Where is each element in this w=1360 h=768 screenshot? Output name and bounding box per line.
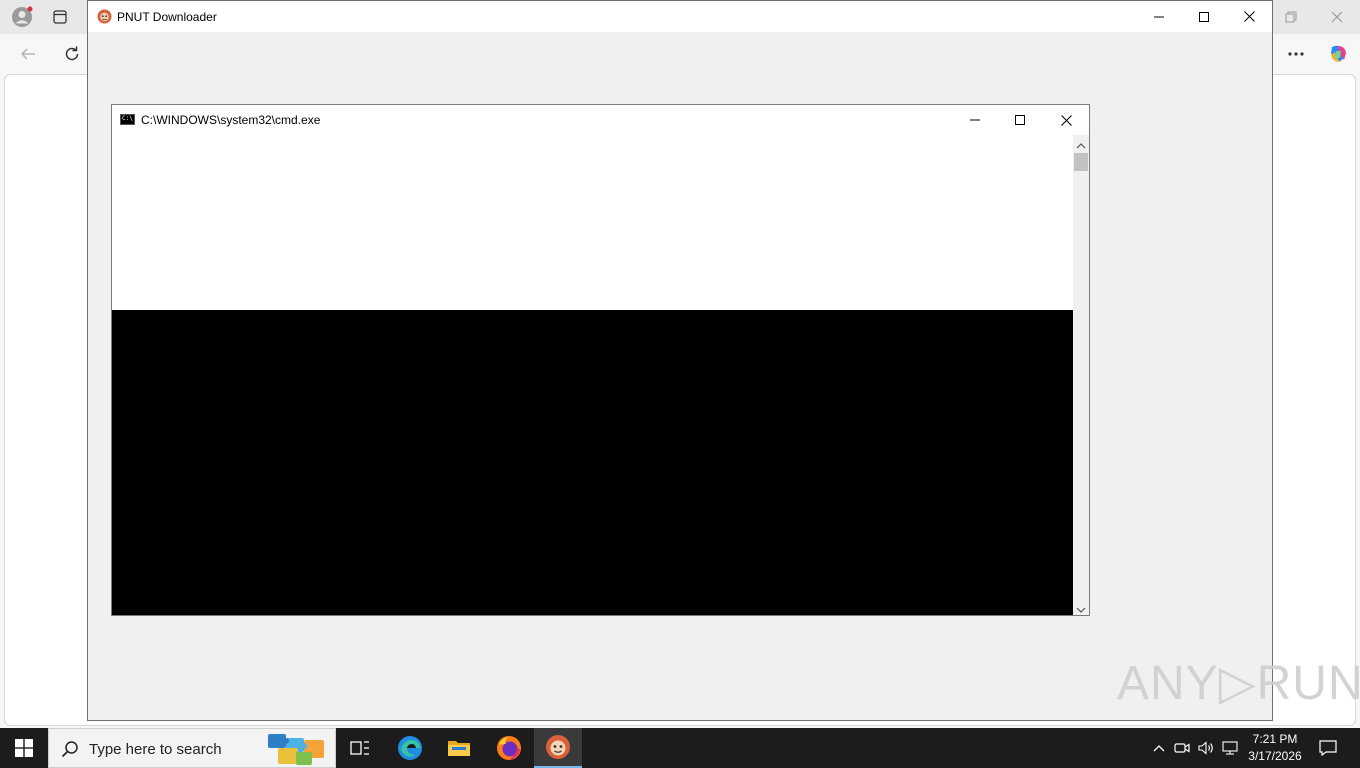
volume-tray-icon[interactable]: [1196, 728, 1216, 768]
taskbar-file-explorer[interactable]: [435, 728, 483, 768]
cmd-window-title: C:\WINDOWS\system32\cmd.exe: [141, 113, 321, 127]
cmd-console-output[interactable]: [112, 310, 1073, 615]
scroll-up-arrow-icon[interactable]: [1076, 139, 1086, 153]
scroll-down-arrow-icon[interactable]: [1076, 603, 1086, 617]
chevron-up-icon: [1153, 745, 1165, 752]
clock-time: 7:21 PM: [1252, 732, 1298, 746]
cmd-maximize-button[interactable]: [997, 105, 1043, 135]
scroll-thumb[interactable]: [1074, 153, 1088, 171]
refresh-icon[interactable]: [60, 42, 84, 66]
browser-close-icon[interactable]: [1326, 7, 1348, 27]
network-icon: [1222, 741, 1238, 755]
pnut-app-icon: [546, 735, 570, 759]
browser-restore-icon[interactable]: [1280, 7, 1302, 27]
pnut-window-title: PNUT Downloader: [117, 10, 217, 24]
folder-icon: [448, 741, 470, 756]
edge-icon: [398, 736, 422, 760]
tab-actions-icon[interactable]: [50, 7, 70, 27]
search-placeholder: Type here to search: [89, 741, 222, 758]
task-view-icon: [350, 741, 369, 755]
pnut-close-button[interactable]: [1226, 1, 1272, 32]
start-button[interactable]: [0, 728, 48, 768]
cmd-window: C:\ C:\WINDOWS\system32\cmd.exe: [111, 104, 1090, 616]
clock-date: 3/17/2026: [1248, 749, 1302, 763]
taskbar: Type here to search 7:21 PM 3/17/2026: [0, 728, 1360, 768]
taskbar-search-box[interactable]: Type here to search: [48, 728, 336, 768]
more-options-icon[interactable]: [1284, 42, 1308, 66]
cmd-console-output-unpainted[interactable]: [112, 135, 1073, 310]
meet-now-tray-icon[interactable]: [1172, 728, 1192, 768]
taskbar-clock[interactable]: 7:21 PM 3/17/2026: [1238, 731, 1312, 765]
cmd-scrollbar[interactable]: [1073, 135, 1089, 615]
network-tray-icon[interactable]: [1220, 728, 1240, 768]
pnut-title-bar[interactable]: PNUT Downloader: [88, 1, 1272, 32]
search-highlight-puzzle-icon: [266, 732, 328, 768]
cmd-minimize-button[interactable]: [952, 105, 998, 135]
back-icon[interactable]: [16, 42, 40, 66]
cmd-close-button[interactable]: [1043, 105, 1089, 135]
cmd-console-icon: C:\: [120, 114, 135, 125]
taskbar-pnut-downloader[interactable]: [534, 728, 582, 768]
taskbar-firefox[interactable]: [485, 728, 533, 768]
taskbar-task-view[interactable]: [336, 728, 384, 768]
firefox-icon: [497, 736, 521, 760]
windows-logo-icon: [15, 739, 33, 757]
anyrun-watermark: ANY▷RUN: [1117, 657, 1360, 710]
pnut-maximize-button[interactable]: [1181, 1, 1227, 32]
notifications-button[interactable]: [1316, 728, 1340, 768]
speaker-icon: [1198, 741, 1213, 755]
taskbar-edge[interactable]: [386, 728, 434, 768]
search-icon: [61, 740, 79, 761]
pnut-logo-icon: [97, 9, 112, 24]
pnut-minimize-button[interactable]: [1136, 1, 1182, 32]
show-hidden-icons-button[interactable]: [1150, 728, 1168, 768]
copilot-icon[interactable]: [1325, 41, 1351, 67]
cmd-title-bar[interactable]: C:\ C:\WINDOWS\system32\cmd.exe: [112, 105, 1089, 135]
profile-icon[interactable]: [10, 5, 34, 29]
camera-icon: [1174, 743, 1190, 753]
notification-icon: [1319, 740, 1337, 756]
